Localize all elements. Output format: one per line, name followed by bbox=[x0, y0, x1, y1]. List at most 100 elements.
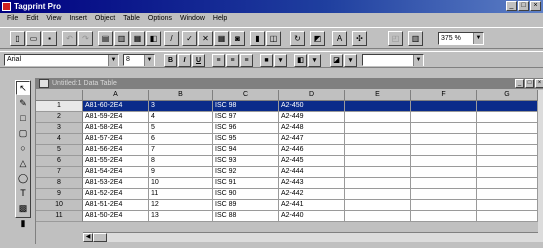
row-number[interactable]: 11 bbox=[36, 211, 83, 222]
menu-help[interactable]: Help bbox=[209, 13, 231, 25]
table-cell[interactable]: A81-59-2E4 bbox=[83, 112, 149, 123]
table-cell[interactable]: 12 bbox=[149, 200, 213, 211]
document-close-button[interactable]: × bbox=[535, 79, 543, 88]
print-icon[interactable]: ◧ bbox=[146, 31, 161, 46]
document-maximize-button[interactable]: □ bbox=[525, 79, 534, 88]
menu-view[interactable]: View bbox=[42, 13, 65, 25]
rounded-rect-tool-icon[interactable]: ▢ bbox=[16, 126, 30, 140]
document-minimize-button[interactable]: _ bbox=[515, 79, 524, 88]
align-left-icon[interactable]: ≡ bbox=[212, 54, 225, 67]
column-header[interactable]: D bbox=[279, 90, 345, 101]
table-row[interactable]: 6 A81-55-2E4 8 ISC 93 A2-445 bbox=[36, 156, 543, 167]
table-cell[interactable]: ISC 93 bbox=[213, 156, 279, 167]
table-cell[interactable]: A81-54-2E4 bbox=[83, 167, 149, 178]
delete-icon[interactable]: ✕ bbox=[198, 31, 213, 46]
redo-icon[interactable]: ↷ bbox=[78, 31, 93, 46]
table-cell[interactable] bbox=[411, 211, 477, 222]
undo-icon[interactable]: ↶ bbox=[62, 31, 77, 46]
horizontal-scrollbar[interactable]: ◀ bbox=[83, 232, 538, 242]
italic-button[interactable]: I bbox=[178, 54, 191, 67]
merge-icon[interactable]: ◰ bbox=[388, 31, 403, 46]
table-cell[interactable]: A81-57-2E4 bbox=[83, 134, 149, 145]
table-row[interactable]: 8 A81-53-2E4 10 ISC 91 A2-443 bbox=[36, 178, 543, 189]
table-cell[interactable] bbox=[477, 178, 538, 189]
table-cell[interactable]: A81-51-2E4 bbox=[83, 200, 149, 211]
rectangle-tool-icon[interactable]: □ bbox=[16, 111, 30, 125]
table-cell[interactable] bbox=[477, 189, 538, 200]
table-cell[interactable]: A2-440 bbox=[279, 211, 345, 222]
table-cell[interactable]: ISC 95 bbox=[213, 134, 279, 145]
picture-tool-icon[interactable]: ▩ bbox=[16, 201, 30, 215]
row-number[interactable]: 3 bbox=[36, 123, 83, 134]
table-cell[interactable]: 3 bbox=[149, 101, 213, 112]
menu-insert[interactable]: Insert bbox=[65, 13, 91, 25]
scroll-thumb[interactable] bbox=[93, 233, 107, 242]
table-cell[interactable] bbox=[411, 145, 477, 156]
row-number[interactable]: 10 bbox=[36, 200, 83, 211]
column-header[interactable]: B bbox=[149, 90, 213, 101]
table-cell[interactable]: ISC 98 bbox=[213, 101, 279, 112]
column-header[interactable]: E bbox=[345, 90, 411, 101]
spellcheck-icon[interactable]: ✓ bbox=[182, 31, 197, 46]
row-number[interactable]: 5 bbox=[36, 145, 83, 156]
chevron-down-icon[interactable]: ▼ bbox=[473, 33, 483, 44]
table-cell[interactable]: A81-56-2E4 bbox=[83, 145, 149, 156]
table-cell[interactable]: A81-53-2E4 bbox=[83, 178, 149, 189]
table-cell[interactable] bbox=[345, 145, 411, 156]
table-cell[interactable]: A81-60-2E4 bbox=[83, 101, 149, 112]
row-number[interactable]: 6 bbox=[36, 156, 83, 167]
zoom-select[interactable]: 375 % ▼ bbox=[438, 32, 484, 45]
image-icon[interactable]: ◙ bbox=[230, 31, 245, 46]
underline-button[interactable]: U bbox=[192, 54, 205, 67]
row-number[interactable]: 4 bbox=[36, 134, 83, 145]
table-cell[interactable]: 8 bbox=[149, 156, 213, 167]
table-cell[interactable]: 13 bbox=[149, 211, 213, 222]
pencil-tool-icon[interactable]: ✎ bbox=[16, 96, 30, 110]
table-cell[interactable]: A2-449 bbox=[279, 112, 345, 123]
menu-file[interactable]: File bbox=[3, 13, 22, 25]
table-cell[interactable]: A81-52-2E4 bbox=[83, 189, 149, 200]
table-cell[interactable] bbox=[345, 178, 411, 189]
table-cell[interactable] bbox=[477, 101, 538, 112]
table-cell[interactable]: 4 bbox=[149, 112, 213, 123]
column-header[interactable]: G bbox=[477, 90, 538, 101]
pencil-icon[interactable]: / bbox=[164, 31, 179, 46]
table-cell[interactable] bbox=[477, 167, 538, 178]
table-cell[interactable]: A2-447 bbox=[279, 134, 345, 145]
table-cell[interactable]: 9 bbox=[149, 167, 213, 178]
column-header[interactable]: F bbox=[411, 90, 477, 101]
column-header[interactable]: C bbox=[213, 90, 279, 101]
table-cell[interactable]: 5 bbox=[149, 123, 213, 134]
table-cell[interactable] bbox=[345, 211, 411, 222]
table-row[interactable]: 11 A81-50-2E4 13 ISC 88 A2-440 bbox=[36, 211, 543, 222]
table-cell[interactable]: 11 bbox=[149, 189, 213, 200]
save-icon[interactable]: ▪ bbox=[42, 31, 57, 46]
table-cell[interactable]: ISC 92 bbox=[213, 167, 279, 178]
style-select[interactable]: ▼ bbox=[362, 54, 424, 66]
shadow-options-icon[interactable]: ▾ bbox=[344, 54, 357, 67]
corner-cell[interactable] bbox=[36, 90, 83, 101]
table-cell[interactable] bbox=[345, 200, 411, 211]
table-cell[interactable] bbox=[411, 189, 477, 200]
table-cell[interactable] bbox=[345, 156, 411, 167]
table-row[interactable]: 5 A81-56-2E4 7 ISC 94 A2-446 bbox=[36, 145, 543, 156]
table-cell[interactable]: ISC 96 bbox=[213, 123, 279, 134]
maximize-button[interactable]: □ bbox=[518, 1, 529, 11]
table-cell[interactable] bbox=[411, 200, 477, 211]
table-cell[interactable]: A2-443 bbox=[279, 178, 345, 189]
barcode-tool-icon[interactable]: ▮ bbox=[16, 216, 30, 230]
table-cell[interactable]: 7 bbox=[149, 145, 213, 156]
table-row[interactable]: 10 A81-51-2E4 12 ISC 89 A2-441 bbox=[36, 200, 543, 211]
new-document-icon[interactable]: ▯ bbox=[10, 31, 25, 46]
table-cell[interactable]: 10 bbox=[149, 178, 213, 189]
table-row[interactable]: 9 A81-52-2E4 11 ISC 90 A2-442 bbox=[36, 189, 543, 200]
table-cell[interactable] bbox=[477, 200, 538, 211]
cut-icon[interactable]: ▤ bbox=[98, 31, 113, 46]
minimize-button[interactable]: _ bbox=[506, 1, 517, 11]
chevron-down-icon[interactable]: ▼ bbox=[144, 55, 154, 66]
table-cell[interactable] bbox=[477, 134, 538, 145]
table-cell[interactable] bbox=[345, 123, 411, 134]
table-cell[interactable]: ISC 91 bbox=[213, 178, 279, 189]
ellipse-tool-icon[interactable]: ○ bbox=[16, 141, 30, 155]
properties-icon[interactable]: ◩ bbox=[310, 31, 325, 46]
